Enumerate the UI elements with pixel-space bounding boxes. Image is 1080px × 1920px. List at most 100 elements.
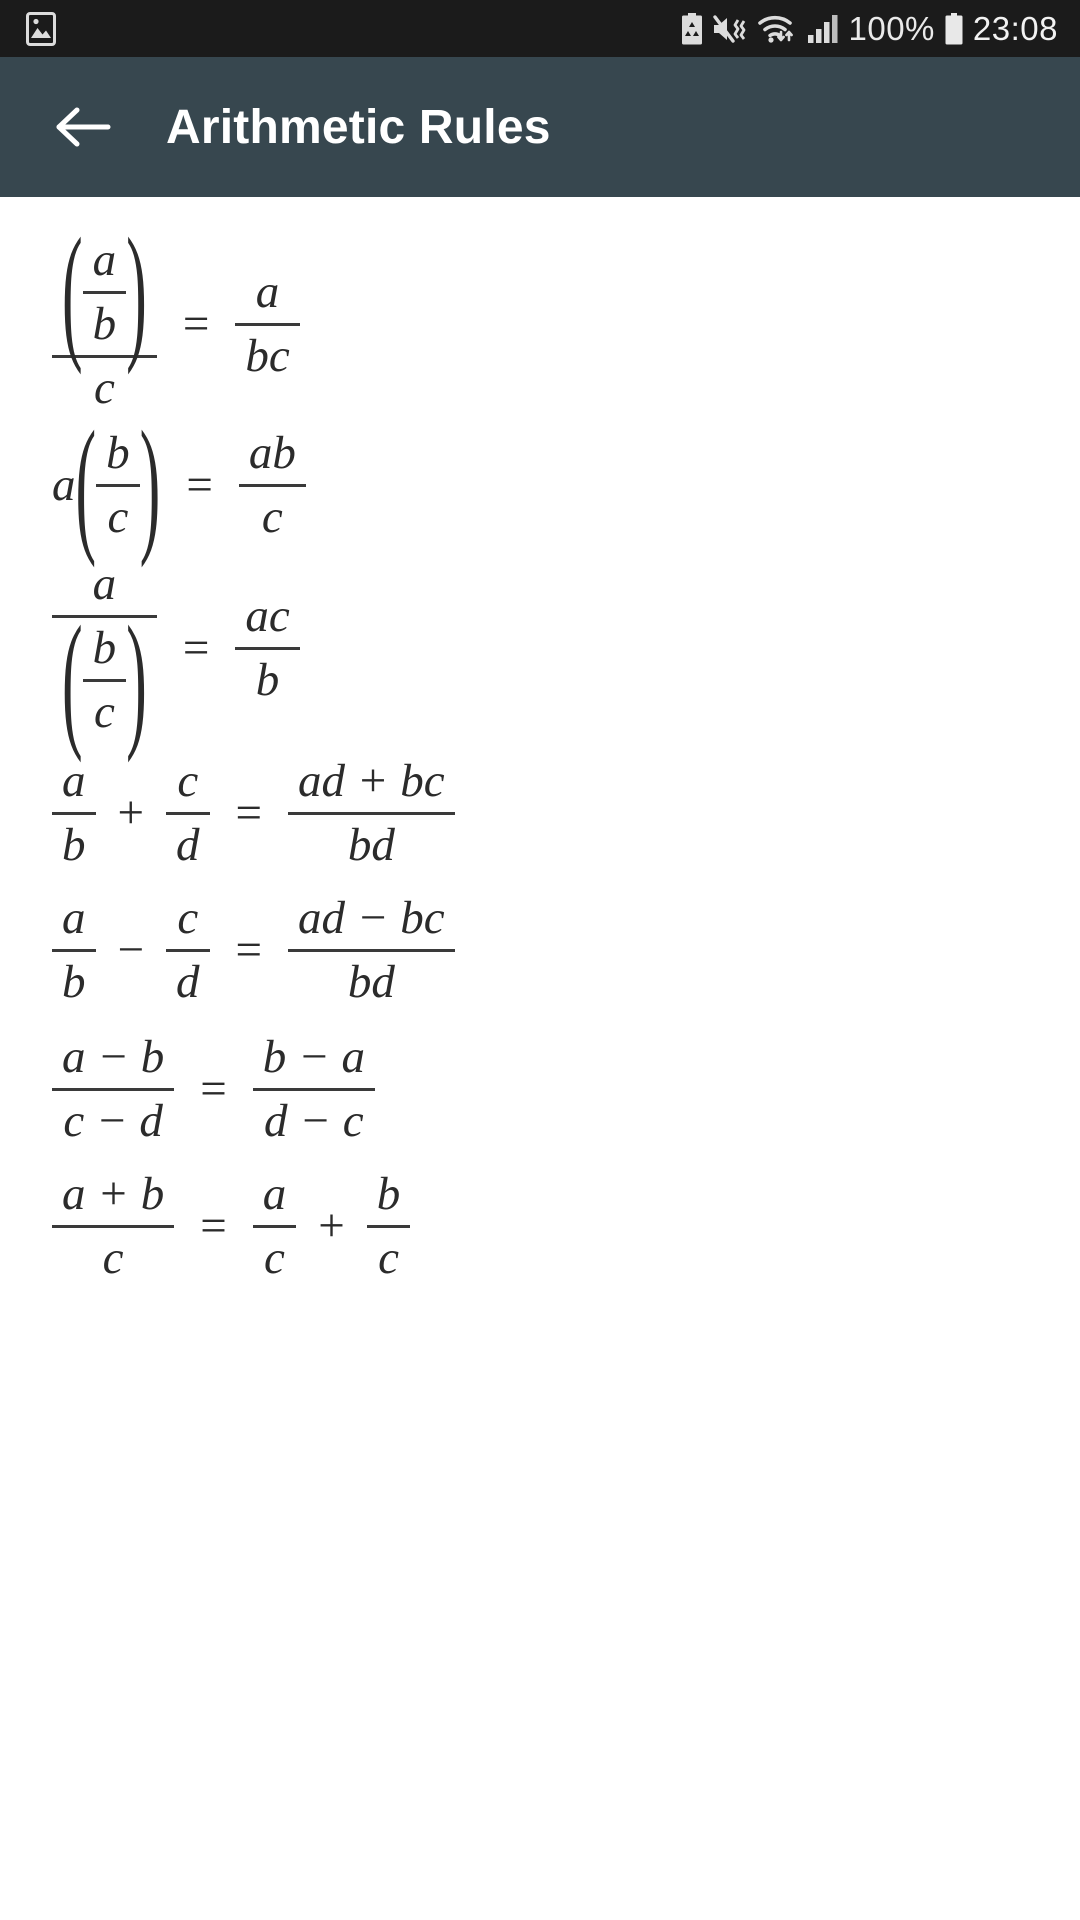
fraction-bar: [288, 812, 455, 815]
back-button[interactable]: [50, 95, 114, 159]
rhs-numerator: a: [255, 266, 280, 318]
rhs-denominator: bd: [347, 956, 395, 1008]
left-paren-icon: (: [75, 402, 97, 569]
equals-sign: =: [182, 298, 210, 350]
rhs-numerator: ab: [248, 427, 296, 479]
formula-negate-numerator-and-denominator: a − b c − d = b − a d − c: [52, 1034, 1080, 1145]
fraction-bar: [82, 679, 127, 682]
lhs-denominator-group: ( b c ): [52, 605, 157, 757]
second-rhs-denominator: c: [378, 1232, 399, 1284]
rhs-denominator: b: [255, 654, 280, 706]
gallery-image-icon: [26, 11, 56, 46]
lhs-fraction: a + b c: [52, 1171, 175, 1284]
second-denominator: d: [176, 956, 200, 1008]
arrow-left-icon: [53, 105, 111, 149]
lhs-numerator-group: ( a b ): [52, 217, 157, 369]
clock-label: 23:08: [972, 9, 1058, 47]
equals-sign: =: [235, 787, 263, 839]
fraction-bar: [52, 812, 96, 815]
lhs-numerator: b: [106, 427, 130, 479]
first-fraction: a b: [52, 758, 96, 869]
rhs-fraction: a bc: [235, 266, 300, 380]
lhs-leading-variable: a: [52, 459, 76, 511]
inner-numerator: a: [92, 234, 117, 286]
fraction-bar: [235, 323, 300, 326]
fraction-bar: [96, 484, 140, 487]
formula-list-scroll-area[interactable]: ( a b ) c = a bc a (b c) = ab c a (b …: [0, 197, 1080, 1920]
fraction-bar: [235, 647, 300, 650]
first-rhs-denominator: c: [264, 1232, 285, 1284]
fraction-bar: [52, 1225, 175, 1228]
page-title: Arithmetic Rules: [166, 100, 551, 154]
rhs-fraction: b − a d − c: [252, 1031, 375, 1147]
equals-sign: =: [200, 1200, 227, 1252]
second-numerator: c: [177, 892, 199, 944]
formula-list: ( a b ) c = a bc a (b c) = ab c a (b …: [0, 217, 1080, 1282]
fraction-bar: [52, 949, 96, 952]
rhs-numerator: ad − bc: [298, 892, 445, 944]
rhs-fraction: ad + bc bd: [288, 758, 455, 869]
rhs-denominator: c: [261, 491, 283, 543]
first-denominator: b: [62, 819, 86, 871]
rhs-fraction: ad − bc bd: [288, 895, 455, 1006]
second-fraction: c d: [166, 758, 210, 869]
first-fraction: a b: [52, 895, 96, 1006]
lhs-denominator: c − d: [63, 1095, 163, 1147]
inner-denominator: c: [93, 686, 115, 738]
right-paren-icon: ): [126, 597, 147, 764]
first-rhs-numerator: a: [262, 1168, 287, 1220]
first-numerator: a: [62, 892, 86, 944]
formula-subtract-fractions: a b − c d = ad − bc bd: [52, 895, 1080, 1006]
battery-percent-label: 100%: [848, 10, 935, 47]
rhs-numerator: b − a: [262, 1031, 365, 1083]
fraction-bar: [82, 291, 127, 294]
fraction-bar: [166, 812, 210, 815]
fraction-bar: [252, 1225, 297, 1228]
battery-full-icon: [944, 12, 964, 46]
inner-numerator: b: [92, 622, 117, 674]
inner-fraction: a b: [82, 234, 127, 350]
equals-sign: =: [186, 459, 213, 511]
first-denominator: b: [62, 956, 86, 1008]
rhs-fraction: ac b: [235, 590, 300, 706]
formula-scalar-times-fraction: a ( b c ) = ab c: [52, 410, 1080, 561]
first-rhs-fraction: a c: [252, 1168, 297, 1284]
formula-divide-fraction-by-scalar: ( a b ) c = a bc: [52, 217, 1080, 412]
volume-mute-vibrate-icon: [712, 14, 748, 44]
lhs-fraction: b c: [96, 430, 140, 541]
equals-sign: =: [235, 924, 263, 976]
cellular-signal-icon: [806, 13, 840, 45]
equals-sign: =: [200, 1063, 227, 1115]
fraction-bar: [166, 949, 210, 952]
app-bar: Arithmetic Rules: [0, 57, 1080, 197]
lhs-numerator: a − b: [62, 1031, 165, 1083]
wifi-icon: [757, 13, 797, 45]
first-numerator: a: [62, 755, 86, 807]
lhs-compound-fraction: a ( b c ): [52, 561, 157, 757]
fraction-bar: [288, 949, 455, 952]
lhs-compound-fraction: ( a b ) c: [52, 217, 157, 412]
inner-denominator: b: [92, 298, 117, 350]
minus-sign: −: [117, 924, 145, 976]
rhs-numerator: ad + bc: [298, 755, 445, 807]
rhs-denominator: d − c: [264, 1095, 364, 1147]
lhs-fraction: a − b c − d: [52, 1031, 175, 1147]
rhs-denominator: bd: [347, 819, 395, 871]
fraction-bar: [366, 1225, 411, 1228]
second-numerator: c: [177, 755, 199, 807]
lhs-denominator: c: [102, 1232, 124, 1284]
fraction-bar: [238, 484, 306, 487]
formula-add-fractions: a b + c d = ad + bc bd: [52, 758, 1080, 869]
plus-sign: +: [117, 787, 145, 839]
left-paren-icon: (: [62, 597, 83, 764]
rhs-numerator: ac: [245, 590, 290, 642]
formula-split-sum-numerator: a + b c = a c + b c: [52, 1171, 1080, 1282]
status-bar-left-icons: [26, 11, 56, 46]
battery-saver-icon: [681, 12, 703, 46]
second-rhs-numerator: b: [376, 1168, 401, 1220]
lhs-denominator: c: [107, 491, 129, 543]
formula-scalar-divided-by-fraction: a ( b c ) = ac b: [52, 561, 1080, 757]
equals-sign: =: [182, 622, 210, 674]
right-paren-icon: ): [126, 209, 147, 376]
inner-fraction: b c: [82, 622, 127, 738]
